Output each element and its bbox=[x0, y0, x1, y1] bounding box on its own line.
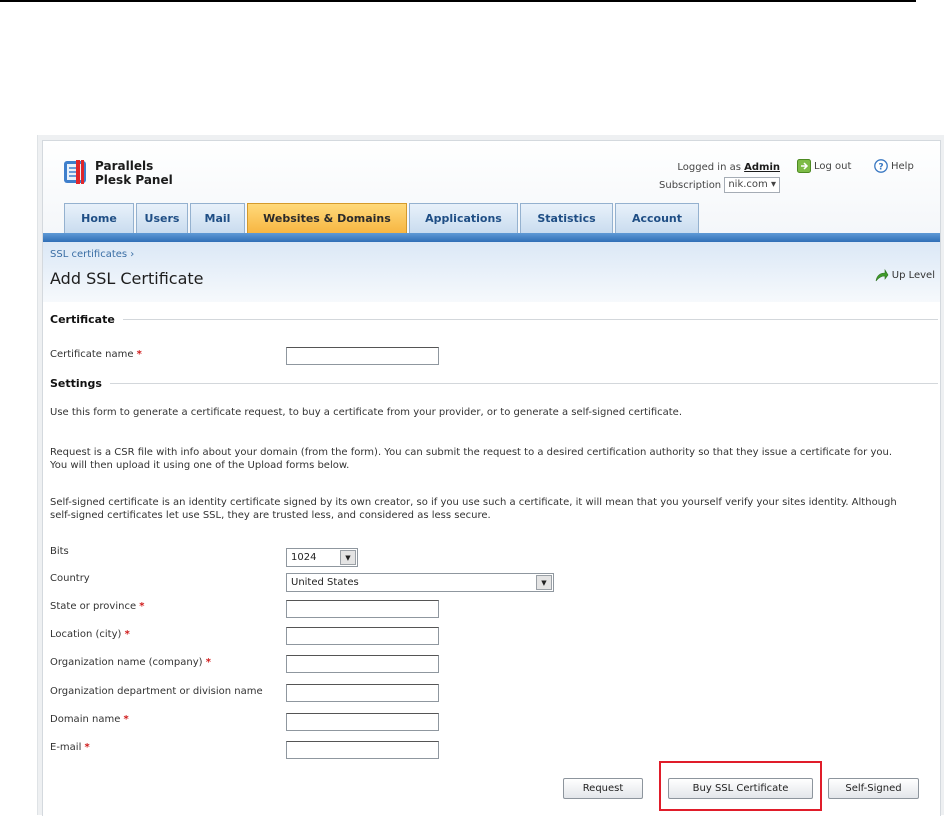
request-button[interactable]: Request bbox=[563, 778, 643, 799]
certificate-name-input[interactable] bbox=[286, 347, 439, 365]
buy-button-highlight bbox=[659, 761, 822, 811]
organization-input[interactable] bbox=[286, 655, 439, 673]
bits-select[interactable]: 1024 ▼ bbox=[286, 548, 358, 567]
required-mark: * bbox=[123, 714, 129, 725]
certificate-name-label: Certificate name bbox=[50, 349, 134, 360]
domain-label: Domain name bbox=[50, 714, 121, 725]
logged-in-label: Logged in as bbox=[677, 162, 741, 173]
up-level-label: Up Level bbox=[891, 270, 935, 281]
tab-strip bbox=[43, 233, 940, 242]
brand: Parallels Plesk Panel bbox=[95, 159, 173, 187]
department-label: Organization department or division name bbox=[50, 686, 263, 697]
header: Parallels Plesk Panel Logged in as Admin… bbox=[43, 141, 940, 242]
country-select[interactable]: United States ▼ bbox=[286, 573, 554, 592]
subscription-value: nik.com bbox=[728, 179, 768, 190]
bits-value: 1024 bbox=[291, 552, 317, 563]
up-level-link[interactable]: Up Level bbox=[875, 269, 935, 282]
self-signed-paragraph-line-2: self-signed certificates let use SSL, th… bbox=[50, 510, 491, 521]
self-signed-paragraph-line-1: Self-signed certificate is an identity c… bbox=[50, 497, 897, 508]
required-mark: * bbox=[84, 742, 90, 753]
required-mark: * bbox=[124, 629, 130, 640]
certificate-name-label-row: Certificate name * bbox=[50, 349, 142, 360]
help-link[interactable]: ? Help bbox=[874, 159, 914, 173]
page-title: Add SSL Certificate bbox=[50, 269, 204, 288]
email-input[interactable] bbox=[286, 741, 439, 759]
email-label: E-mail bbox=[50, 742, 82, 753]
tab-home[interactable]: Home bbox=[64, 203, 134, 233]
organization-label-row: Organization name (company) * bbox=[50, 657, 211, 668]
login-info: Logged in as Admin Subscription nik.com … bbox=[659, 159, 780, 195]
plesk-logo-icon bbox=[64, 160, 86, 184]
up-level-icon bbox=[875, 269, 889, 282]
city-label: Location (city) bbox=[50, 629, 122, 640]
brand-line-1: Parallels bbox=[95, 159, 154, 173]
subscription-select[interactable]: nik.com ▾ bbox=[724, 177, 780, 193]
email-label-row: E-mail * bbox=[50, 742, 90, 753]
help-icon: ? bbox=[874, 159, 888, 173]
tab-statistics[interactable]: Statistics bbox=[520, 203, 613, 233]
state-label-row: State or province * bbox=[50, 601, 145, 612]
country-value: United States bbox=[291, 577, 359, 588]
section-settings-title: Settings bbox=[50, 377, 102, 390]
title-bar: SSL certificates › Add SSL Certificate U… bbox=[43, 242, 940, 302]
bits-label: Bits bbox=[50, 546, 69, 557]
intro-paragraph: Use this form to generate a certificate … bbox=[50, 407, 683, 418]
brand-line-2: Plesk Panel bbox=[95, 173, 173, 187]
required-mark: * bbox=[136, 349, 142, 360]
subscription-label: Subscription bbox=[659, 180, 722, 191]
svg-text:?: ? bbox=[878, 163, 883, 173]
organization-label: Organization name (company) bbox=[50, 657, 203, 668]
self-signed-button[interactable]: Self-Signed bbox=[828, 778, 919, 799]
plesk-window: Parallels Plesk Panel Logged in as Admin… bbox=[42, 140, 941, 816]
chevron-down-icon: ▼ bbox=[536, 575, 552, 590]
state-label: State or province bbox=[50, 601, 137, 612]
request-paragraph-line-2: You will then upload it using one of the… bbox=[50, 460, 350, 471]
tab-account[interactable]: Account bbox=[615, 203, 699, 233]
tab-mail[interactable]: Mail bbox=[190, 203, 245, 233]
tab-websites-domains[interactable]: Websites & Domains bbox=[247, 203, 407, 233]
city-label-row: Location (city) * bbox=[50, 629, 130, 640]
logout-label: Log out bbox=[814, 160, 852, 172]
domain-label-row: Domain name * bbox=[50, 714, 129, 725]
tab-users[interactable]: Users bbox=[136, 203, 188, 233]
department-input[interactable] bbox=[286, 684, 439, 702]
logout-icon bbox=[797, 159, 811, 173]
state-input[interactable] bbox=[286, 600, 439, 618]
domain-input[interactable] bbox=[286, 713, 439, 731]
section-certificate-title: Certificate bbox=[50, 313, 115, 326]
tab-applications[interactable]: Applications bbox=[409, 203, 518, 233]
admin-link[interactable]: Admin bbox=[744, 162, 780, 173]
chevron-down-icon: ▼ bbox=[340, 550, 356, 565]
top-rule bbox=[0, 0, 916, 2]
city-input[interactable] bbox=[286, 627, 439, 645]
section-settings: Settings bbox=[50, 377, 938, 390]
breadcrumb[interactable]: SSL certificates › bbox=[50, 249, 134, 260]
request-paragraph-line-1: Request is a CSR file with info about yo… bbox=[50, 447, 893, 458]
country-label: Country bbox=[50, 573, 90, 584]
section-certificate: Certificate bbox=[50, 313, 938, 326]
required-mark: * bbox=[139, 601, 145, 612]
logout-link[interactable]: Log out bbox=[797, 159, 851, 173]
main-tabs: Home Users Mail Websites & Domains Appli… bbox=[64, 203, 701, 233]
required-mark: * bbox=[205, 657, 211, 668]
help-label: Help bbox=[891, 160, 914, 172]
